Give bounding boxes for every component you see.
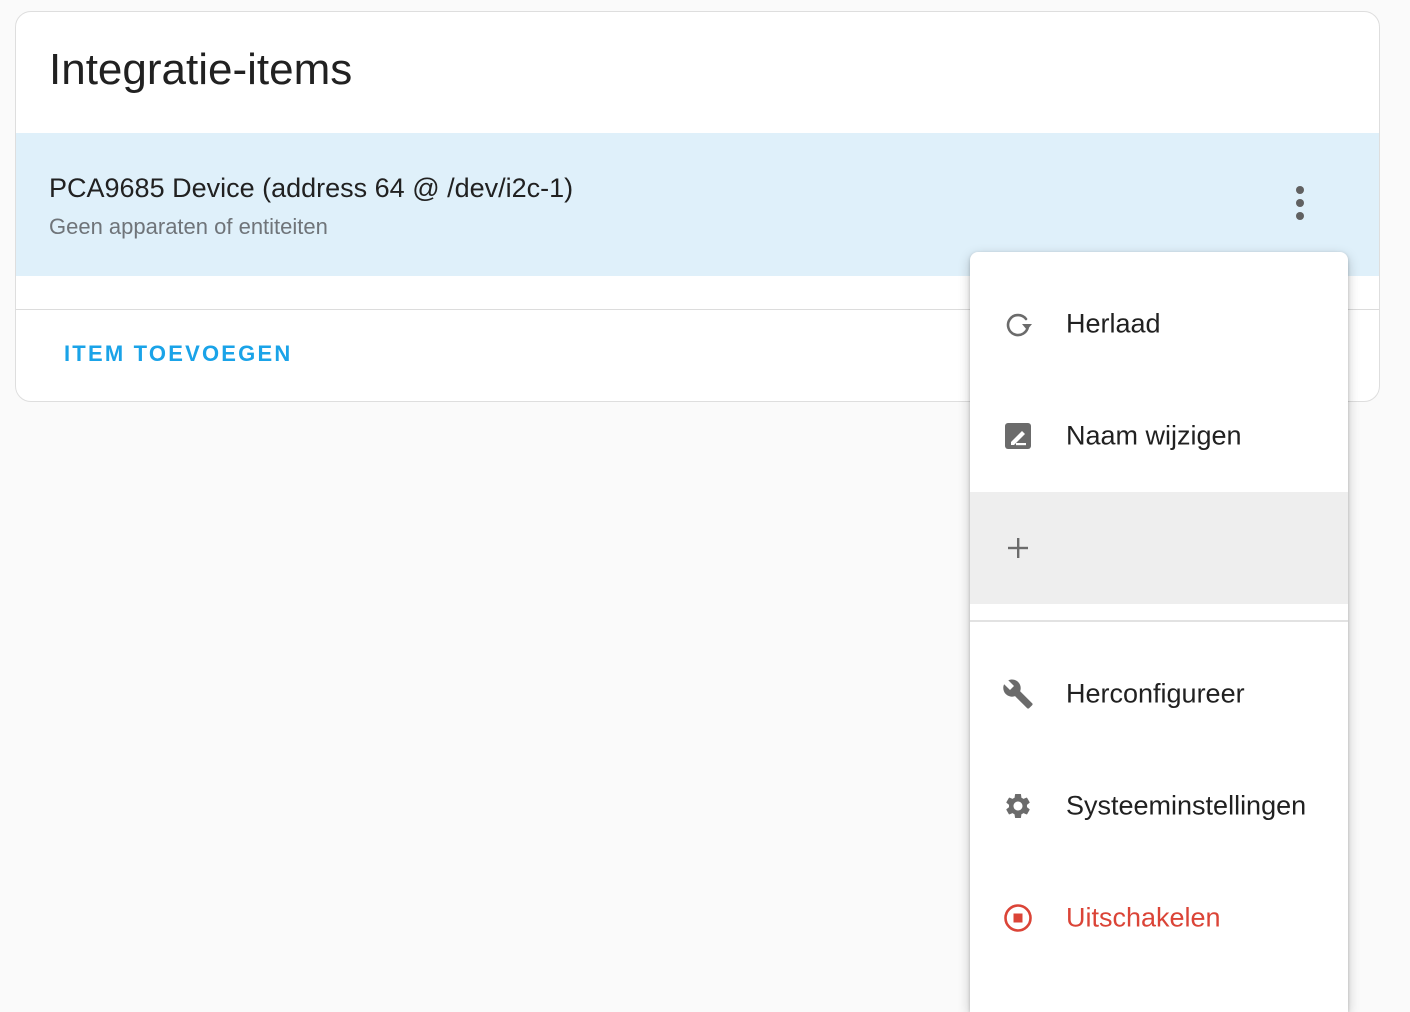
menu-item-label: Herconfigureer bbox=[1066, 678, 1245, 709]
menu-item-reload[interactable]: Herlaad bbox=[970, 268, 1348, 380]
plus-icon bbox=[1000, 530, 1036, 566]
entry-subtitle: Geen apparaten of entiteiten bbox=[49, 214, 328, 239]
entry-name: PCA9685 Device (address 64 @ /dev/i2c-1) bbox=[49, 173, 574, 203]
reload-icon bbox=[1000, 306, 1036, 342]
menu-item-disable[interactable]: Uitschakelen bbox=[970, 862, 1348, 974]
rename-icon bbox=[1000, 418, 1036, 454]
menu-item-rename[interactable]: Naam wijzigen bbox=[970, 380, 1348, 492]
stop-circle-icon bbox=[1000, 900, 1036, 936]
menu-divider bbox=[970, 620, 1348, 622]
card-title: Integratie-items bbox=[49, 45, 353, 94]
menu-item-label: Systeeminstellingen bbox=[1066, 790, 1307, 821]
menu-item-reconfigure[interactable]: Herconfigureer bbox=[970, 638, 1348, 750]
menu-item-label: Uitschakelen bbox=[1066, 902, 1221, 933]
entry-options-menu: Herlaad Naam wijzigen Herconfigureer Sys… bbox=[970, 252, 1348, 1012]
menu-item-label: Herlaad bbox=[1066, 308, 1161, 339]
menu-item-add[interactable] bbox=[970, 492, 1348, 604]
overflow-menu-button[interactable] bbox=[1276, 179, 1324, 227]
menu-item-system-settings[interactable]: Systeeminstellingen bbox=[970, 750, 1348, 862]
wrench-icon bbox=[1000, 676, 1036, 712]
more-vertical-icon bbox=[1296, 186, 1304, 220]
add-entry-button[interactable]: ITEM TOEVOEGEN bbox=[50, 332, 306, 376]
gear-icon bbox=[1000, 788, 1036, 824]
menu-item-label: Naam wijzigen bbox=[1066, 420, 1242, 451]
